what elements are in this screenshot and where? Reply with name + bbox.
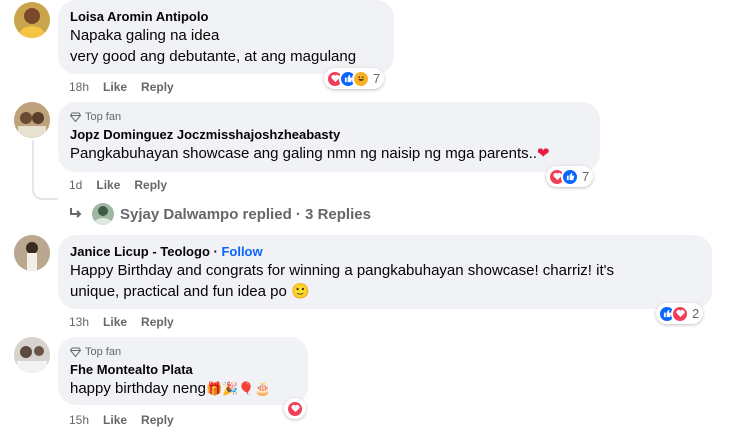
like-button[interactable]: Like: [103, 315, 127, 329]
comment-author[interactable]: Janice Licup - Teologo: [70, 244, 210, 259]
thread-line: [32, 140, 58, 200]
badge-label: Top fan: [85, 346, 122, 358]
reaction-count: 7: [373, 71, 381, 86]
avatar: [92, 203, 114, 225]
reaction-summary[interactable]: 2: [656, 303, 704, 324]
view-replies-link[interactable]: Syjay Dalwampo replied · 3 Replies: [68, 203, 371, 225]
reaction-summary[interactable]: 7: [546, 166, 594, 187]
heart-reaction-icon: [286, 399, 304, 418]
comment-bubble: Top fan Jopz Dominguez Joczmisshajoshzhe…: [58, 102, 600, 172]
comment-actions: 18h Like Reply: [69, 80, 174, 94]
top-fan-badge: Top fan: [70, 345, 296, 359]
avatar[interactable]: [14, 102, 50, 138]
haha-reaction-icon: [352, 69, 370, 88]
like-button[interactable]: Like: [103, 413, 127, 427]
avatar[interactable]: [14, 2, 50, 38]
replies-text: Syjay Dalwampo replied · 3 Replies: [120, 205, 371, 223]
comment-text-line: happy birthday neng🎁🎉🎈🎂: [70, 378, 296, 399]
top-fan-badge: Top fan: [70, 110, 588, 124]
reply-button[interactable]: Reply: [141, 413, 174, 427]
comment-text-line: Pangkabuhayan showcase ang galing nmn ng…: [70, 143, 588, 164]
comment-text: happy birthday neng: [70, 380, 206, 397]
follow-separator: ·: [209, 244, 222, 259]
comment-text: Happy Birthday and congrats for winning …: [70, 262, 615, 279]
comment-time[interactable]: 1d: [69, 178, 82, 192]
comment-actions: 13h Like Reply: [69, 315, 174, 329]
comment-text: unique, practical and fun idea po: [70, 283, 287, 300]
comment-text: Pangkabuhayan showcase ang galing nmn ng…: [70, 145, 537, 162]
emoji-sequence: 🎁🎉🎈🎂: [205, 381, 271, 396]
comment-author[interactable]: Jopz Dominguez Joczmisshajoshzheabasty: [70, 126, 588, 143]
reaction-count: 7: [582, 169, 590, 184]
reaction-summary[interactable]: [284, 398, 306, 419]
heart-reaction-icon: [671, 304, 689, 323]
comment-time[interactable]: 18h: [69, 80, 89, 94]
reply-button[interactable]: Reply: [141, 315, 174, 329]
comment-time[interactable]: 13h: [69, 315, 89, 329]
comment-time[interactable]: 15h: [69, 413, 89, 427]
reply-button[interactable]: Reply: [134, 178, 167, 192]
reply-button[interactable]: Reply: [141, 80, 174, 94]
diamond-icon: [70, 347, 81, 357]
comment-text-line: unique, practical and fun idea po 🙂: [70, 281, 700, 302]
avatar[interactable]: [14, 337, 50, 373]
comment-actions: 15h Like Reply: [69, 413, 174, 427]
heart-emoji: ❤: [537, 145, 550, 162]
comment-text: very good ang debutante, at ang magulang: [70, 48, 357, 65]
smile-emoji: 🙂: [291, 283, 310, 300]
comment-bubble: Loisa Aromin Antipolo Napaka galing na i…: [58, 0, 394, 74]
comment-bubble: Top fan Fhe Montealto Plata happy birthd…: [58, 337, 308, 405]
follow-button[interactable]: Follow: [221, 244, 262, 259]
comment-author[interactable]: Fhe Montealto Plata: [70, 361, 296, 378]
comment-bubble: Janice Licup - Teologo · Follow Happy Bi…: [58, 235, 712, 309]
comment-actions: 1d Like Reply: [69, 178, 167, 192]
reaction-summary[interactable]: 7: [324, 68, 385, 89]
diamond-icon: [70, 112, 81, 122]
like-reaction-icon: [561, 167, 579, 186]
avatar[interactable]: [14, 235, 50, 271]
comment-text: Napaka galing na idea: [70, 27, 220, 44]
like-button[interactable]: Like: [103, 80, 127, 94]
like-button[interactable]: Like: [96, 178, 120, 192]
badge-label: Top fan: [85, 111, 122, 123]
comment-author-line: Janice Licup - Teologo · Follow: [70, 243, 700, 260]
reaction-count: 2: [692, 306, 700, 321]
reply-arrow-icon: [70, 208, 82, 218]
comment-author[interactable]: Loisa Aromin Antipolo: [70, 8, 382, 25]
